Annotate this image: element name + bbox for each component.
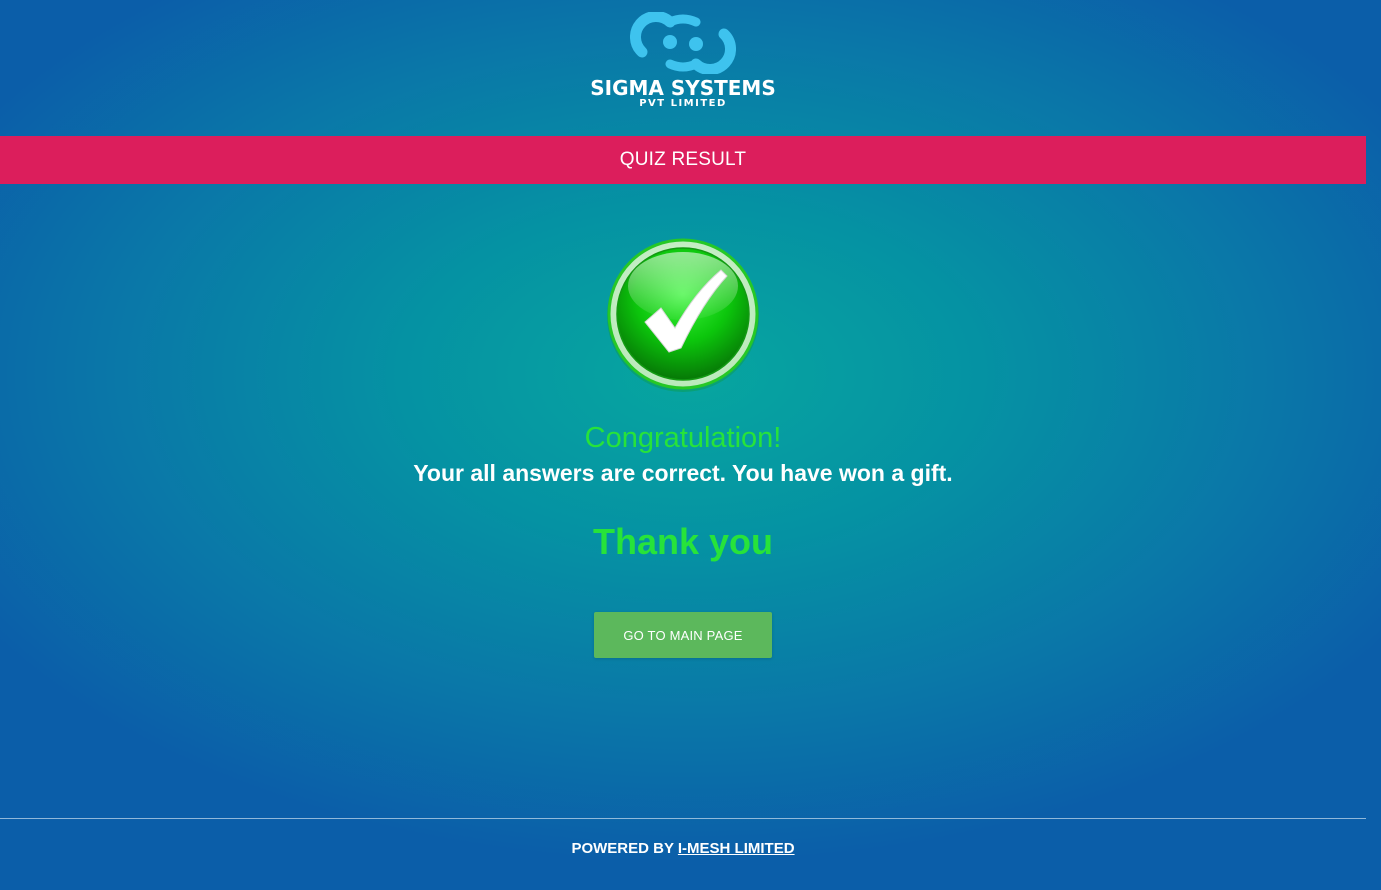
congratulation-heading: Congratulation! (584, 422, 782, 454)
result-message: Your all answers are correct. You have w… (413, 460, 953, 486)
sigma-logo-icon (630, 12, 736, 74)
green-check-icon (607, 238, 759, 392)
i-mesh-link[interactable]: I-MESH LIMITED (678, 840, 795, 857)
thank-you-text: Thank you (592, 521, 774, 562)
page-header: SIGMA SYSTEMS PVT LIMITED (0, 0, 1366, 136)
quiz-result-bar: QUIZ RESULT (0, 136, 1366, 184)
brand-subtitle: PVT LIMITED (639, 98, 727, 109)
footer: POWERED BY I-MESH LIMITED (0, 840, 1366, 857)
powered-by-label: POWERED BY (571, 840, 674, 857)
page-title: QUIZ RESULT (619, 149, 747, 170)
success-badge (603, 236, 763, 396)
go-to-main-page-button[interactable]: GO TO MAIN PAGE (594, 612, 772, 658)
brand-logo: SIGMA SYSTEMS PVT LIMITED (590, 12, 776, 112)
footer-divider (0, 818, 1366, 819)
brand-name: SIGMA SYSTEMS (590, 76, 776, 100)
